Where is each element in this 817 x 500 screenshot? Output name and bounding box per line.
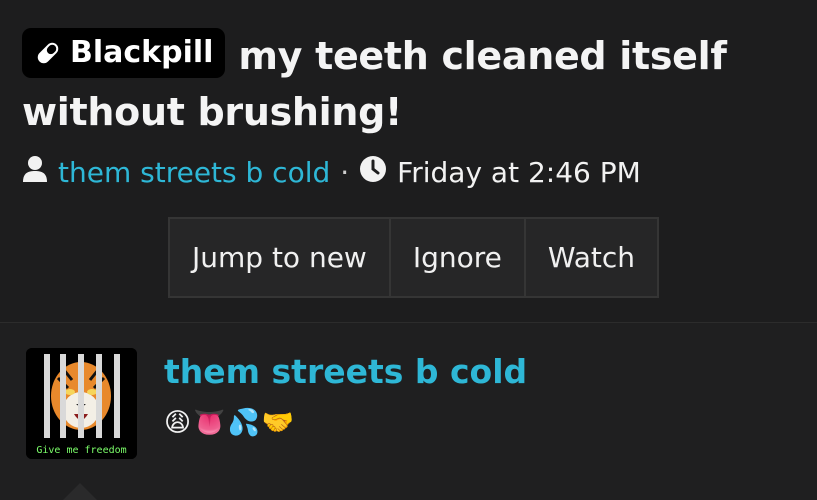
- thread-meta: them streets b cold · Friday at 2:46 PM: [22, 152, 641, 192]
- thread-title: Blackpill my teeth cleaned itself withou…: [22, 28, 812, 140]
- jump-to-new-button[interactable]: Jump to new: [170, 219, 391, 296]
- avatar[interactable]: Give me freedom: [26, 348, 137, 459]
- thread-prefix-label: Blackpill: [70, 35, 214, 70]
- meta-separator: ·: [340, 155, 350, 189]
- watch-button[interactable]: Watch: [525, 219, 658, 296]
- post-header: Give me freedom: [0, 323, 817, 500]
- message-caret: [63, 483, 97, 500]
- post-username-link[interactable]: them streets b cold: [164, 352, 527, 391]
- ignore-button[interactable]: Ignore: [390, 219, 526, 296]
- signature-emojis: 😩👅💦🤝: [164, 408, 297, 438]
- thread-action-buttons: Jump to new Ignore Watch: [168, 217, 660, 298]
- avatar-caption: Give me freedom: [36, 445, 127, 456]
- pill-icon: [34, 39, 62, 67]
- thread-header: Blackpill my teeth cleaned itself withou…: [0, 0, 817, 323]
- user-icon: [22, 155, 48, 190]
- thread-date[interactable]: Friday at 2:46 PM: [397, 156, 641, 189]
- clock-icon: [359, 155, 387, 190]
- thread-author-link[interactable]: them streets b cold: [58, 156, 330, 189]
- thread-prefix-badge[interactable]: Blackpill: [22, 28, 226, 78]
- tiger-avatar-image: [26, 348, 137, 459]
